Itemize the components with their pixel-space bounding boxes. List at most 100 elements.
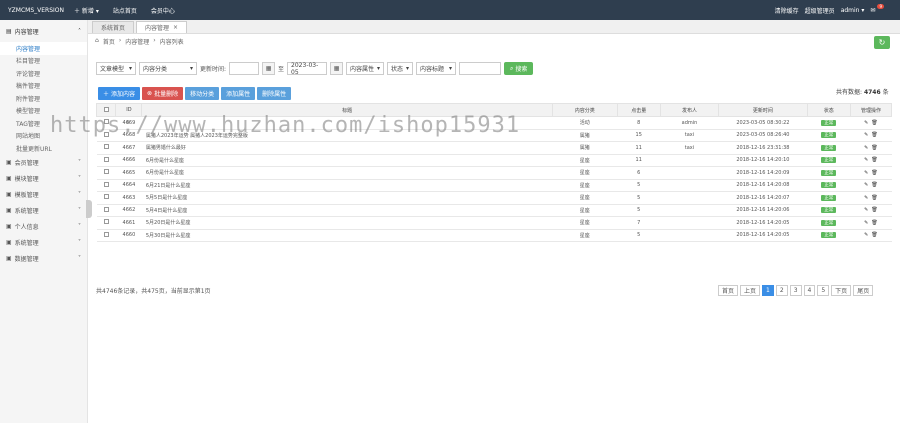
checkbox[interactable] bbox=[103, 169, 109, 175]
checkbox[interactable] bbox=[103, 144, 109, 150]
calendar-icon[interactable]: ▦ bbox=[262, 62, 276, 75]
tab-content-manage[interactable]: 内容管理 × bbox=[136, 21, 188, 33]
checkbox[interactable] bbox=[103, 156, 109, 162]
title-field-select[interactable]: 内容标题 ▾ bbox=[416, 62, 457, 75]
checkbox[interactable] bbox=[103, 119, 109, 125]
delete-icon[interactable]: 🗑 bbox=[871, 207, 877, 213]
row-title[interactable]: 6月21日是什么星座 bbox=[141, 179, 553, 192]
status-badge[interactable]: 正常 bbox=[821, 169, 837, 176]
delete-icon[interactable]: 🗑 bbox=[871, 232, 877, 238]
status-badge[interactable]: 正常 bbox=[821, 232, 837, 239]
close-icon[interactable]: × bbox=[173, 24, 178, 31]
edit-icon[interactable]: ✎ bbox=[864, 120, 868, 126]
edit-icon[interactable]: ✎ bbox=[864, 232, 868, 238]
top-nav-member-center[interactable]: 会员中心 bbox=[151, 6, 175, 15]
checkbox[interactable] bbox=[103, 131, 109, 137]
date-from-input[interactable] bbox=[229, 62, 260, 75]
checkbox[interactable] bbox=[103, 219, 109, 225]
delete-icon[interactable]: 🗑 bbox=[871, 157, 877, 163]
page-4[interactable]: 4 bbox=[803, 285, 816, 296]
top-nav-new[interactable]: ＋ 新增 ▾ bbox=[74, 6, 99, 15]
row-title[interactable]: 5月5日是什么星座 bbox=[141, 191, 553, 205]
page-5[interactable]: 5 bbox=[817, 285, 830, 296]
row-checkbox[interactable] bbox=[96, 229, 116, 242]
table-row[interactable]: 4666 6月份是什么星座 星座 11 2018-12-16 14:20:10 正常 ✎ 🗑 bbox=[96, 154, 892, 167]
table-row[interactable]: 4663 5月5日是什么星座 星座 5 2018-12-16 14:20:07 正常 ✎ 🗑 bbox=[96, 191, 892, 205]
delete-icon[interactable]: 🗑 bbox=[871, 120, 877, 126]
row-checkbox[interactable] bbox=[96, 141, 116, 155]
checkbox[interactable] bbox=[103, 194, 109, 200]
status-badge[interactable]: 正常 bbox=[821, 132, 837, 139]
row-title[interactable] bbox=[141, 116, 553, 130]
table-row[interactable]: 4667 属猪男婚什么最好 属猪 11 taxi 2018-12-16 23:31:38 正… bbox=[96, 141, 892, 155]
status-badge[interactable]: 正常 bbox=[821, 194, 837, 201]
table-row[interactable]: 4662 5月4日是什么星座 星座 5 2018-12-16 14:20:06 正常 ✎ 🗑 bbox=[96, 204, 892, 217]
select-all-checkbox[interactable] bbox=[95, 103, 117, 117]
table-row[interactable]: 4661 5月20日是什么星座 星座 7 2018-12-16 14:20:05 正常 ✎ 🗑 bbox=[96, 216, 892, 230]
batch-delete-button[interactable]: ⊗ 批量删除 bbox=[142, 87, 184, 100]
table-row[interactable]: 4665 6月份是什么星座 星座 6 2018-12-16 14:20:09 正常 ✎ 🗑 bbox=[96, 166, 892, 180]
checkbox[interactable] bbox=[103, 206, 109, 212]
sidebar-item-comment[interactable]: 评论管理 bbox=[0, 67, 87, 80]
status-select[interactable]: 状态 ▾ bbox=[387, 62, 414, 75]
table-row[interactable]: 4660 5月30日是什么星座 星座 5 2018-12-16 14:20:05 正常 ✎ 🗑 bbox=[96, 229, 892, 242]
page-first[interactable]: 首页 bbox=[718, 285, 739, 296]
breadcrumb-home[interactable]: 首页 bbox=[103, 37, 115, 46]
category-select[interactable]: 内容分类 ▾ bbox=[139, 62, 197, 75]
tab-system-home[interactable]: 系统首页 bbox=[92, 21, 135, 33]
delete-attr-button[interactable]: 删除属性 bbox=[257, 87, 292, 100]
row-title[interactable]: 6月份是什么星座 bbox=[141, 154, 553, 167]
sidebar-group-data[interactable]: ▣ 数据管理 ˅ bbox=[0, 251, 87, 267]
sidebar-item-content[interactable]: 内容管理 bbox=[0, 42, 87, 55]
edit-icon[interactable]: ✎ bbox=[864, 182, 868, 188]
brand-logo[interactable]: YZMCMS_VERSION bbox=[0, 7, 70, 14]
row-title[interactable]: 5月30日是什么星座 bbox=[141, 229, 553, 242]
delete-icon[interactable]: 🗑 bbox=[871, 195, 877, 201]
calendar-icon[interactable]: ▦ bbox=[330, 62, 344, 75]
sidebar-item-sitemap[interactable]: 网站地图 bbox=[0, 130, 87, 143]
sidebar-section-content[interactable]: ▤ 内容管理 ˄ bbox=[0, 20, 87, 42]
page-last[interactable]: 尾页 bbox=[853, 285, 874, 296]
row-title[interactable]: 属猪人2023年运势 属猪人2023年运势完整版 bbox=[141, 129, 553, 142]
move-category-button[interactable]: 移动分类 bbox=[185, 87, 220, 100]
edit-icon[interactable]: ✎ bbox=[864, 207, 868, 213]
user-menu[interactable]: admin ▾ bbox=[841, 7, 865, 14]
sidebar-item-tag[interactable]: TAG管理 bbox=[0, 117, 87, 130]
checkbox[interactable] bbox=[103, 231, 109, 237]
attr-select[interactable]: 内容属性 ▾ bbox=[346, 62, 385, 75]
edit-icon[interactable]: ✎ bbox=[864, 157, 868, 163]
sidebar-group-template[interactable]: ▣ 模板管理 ˅ bbox=[0, 187, 87, 203]
row-checkbox[interactable] bbox=[96, 154, 116, 167]
status-badge[interactable]: 正常 bbox=[821, 157, 837, 164]
refresh-button[interactable]: ↻ bbox=[874, 36, 890, 49]
page-prev[interactable]: 上页 bbox=[740, 285, 761, 296]
sidebar-group-module[interactable]: ▣ 模块管理 ˅ bbox=[0, 171, 87, 187]
sidebar-item-attachment[interactable]: 附件管理 bbox=[0, 92, 87, 105]
add-attr-button[interactable]: 添加属性 bbox=[221, 87, 256, 100]
sidebar-group-system[interactable]: ▣ 系统管理 ˅ bbox=[0, 203, 87, 219]
edit-icon[interactable]: ✎ bbox=[864, 132, 868, 138]
row-title[interactable]: 5月4日是什么星座 bbox=[141, 204, 553, 217]
status-badge[interactable]: 正常 bbox=[821, 219, 837, 226]
delete-icon[interactable]: 🗑 bbox=[871, 220, 877, 226]
page-2[interactable]: 2 bbox=[775, 285, 788, 296]
row-title[interactable]: 属猪男婚什么最好 bbox=[141, 141, 553, 155]
date-to-input[interactable]: 2023-03-05 bbox=[287, 62, 328, 76]
breadcrumb-content[interactable]: 内容管理 bbox=[125, 37, 149, 46]
message-icon[interactable]: ✉ bbox=[870, 7, 875, 14]
delete-icon[interactable]: 🗑 bbox=[871, 145, 877, 151]
status-badge[interactable]: 正常 bbox=[821, 144, 837, 151]
status-badge[interactable]: 正常 bbox=[821, 119, 837, 126]
row-checkbox[interactable] bbox=[96, 179, 116, 192]
sidebar-group-profile[interactable]: ▣ 个人信息 ˅ bbox=[0, 219, 87, 235]
search-button[interactable]: ⌕ 搜索 bbox=[504, 62, 534, 75]
sidebar-collapse-handle[interactable] bbox=[86, 200, 92, 218]
row-checkbox[interactable] bbox=[96, 204, 116, 217]
page-3[interactable]: 3 bbox=[789, 285, 802, 296]
row-checkbox[interactable] bbox=[96, 191, 116, 205]
sidebar-item-model[interactable]: 模型管理 bbox=[0, 105, 87, 118]
row-title[interactable]: 6月份是什么星座 bbox=[141, 166, 553, 180]
sidebar-group-member[interactable]: ▣ 会员管理 ˅ bbox=[0, 155, 87, 171]
clear-cache-link[interactable]: 清除缓存 bbox=[775, 6, 799, 15]
sidebar-item-update-url[interactable]: 批量更新URL bbox=[0, 142, 87, 155]
